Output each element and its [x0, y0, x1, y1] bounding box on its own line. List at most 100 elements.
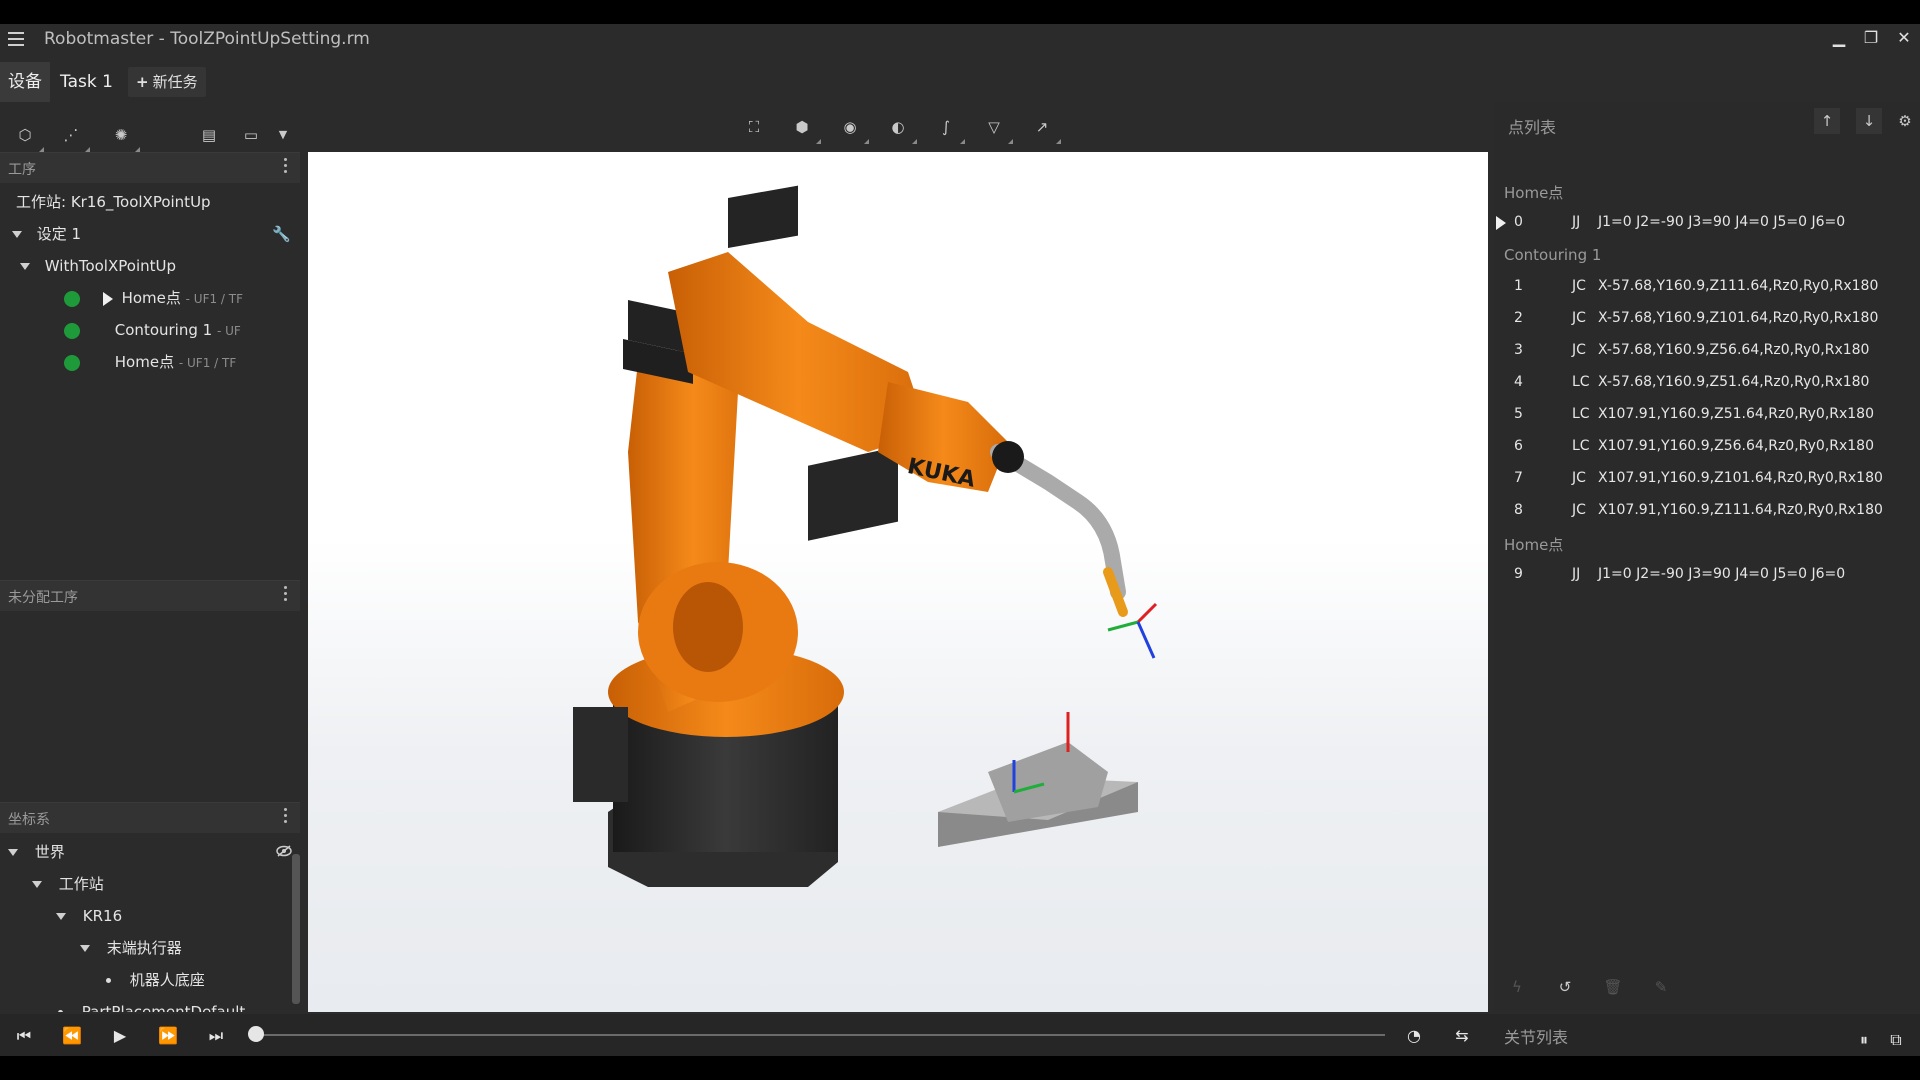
view-cube-icon[interactable]: ⬢ [789, 114, 821, 144]
point-row[interactable]: 7 JC X107.91,Y160.9,Z101.64,Rz0,Ry0,Rx180 [1494, 462, 1920, 494]
zoom-fit-icon[interactable]: ⛶ [741, 114, 767, 140]
setup-row[interactable]: 设定 1 🔧 [0, 218, 312, 250]
robot-shoulder-hub [673, 582, 743, 672]
document-icon[interactable]: ▤ [196, 122, 222, 148]
point-row[interactable]: 9 JJ J1=0 J2=-90 J3=90 J4=0 J5=0 J6=0 [1494, 558, 1920, 590]
point-motion-type: LC [1572, 438, 1590, 454]
menu-icon[interactable] [8, 32, 24, 46]
point-row[interactable]: 8 JC X107.91,Y160.9,Z111.64,Rz0,Ry0,Rx180 [1494, 494, 1920, 526]
point-index: 4 [1514, 374, 1523, 390]
chevron-down-icon[interactable]: ▼ [270, 122, 296, 148]
program-label: WithToolXPointUp [44, 257, 176, 275]
point-value: J1=0 J2=-90 J3=90 J4=0 J5=0 J6=0 [1598, 566, 1846, 582]
bullet-icon [106, 978, 111, 983]
arrow-down-icon[interactable]: ↓ [1856, 108, 1882, 134]
3d-viewport[interactable]: KUKA [308, 152, 1488, 1012]
timeline-handle[interactable] [248, 1026, 264, 1042]
unassigned-header-label: 未分配工序 [8, 590, 78, 606]
wrench-icon[interactable]: 🔧 [272, 218, 291, 250]
monitor-icon[interactable]: ▭ [238, 122, 264, 148]
speed-gauge-icon[interactable]: ◔ [1402, 1024, 1426, 1048]
frame-row[interactable]: KR16 [0, 900, 356, 932]
point-value: X107.91,Y160.9,Z101.64,Rz0,Ry0,Rx180 [1598, 470, 1883, 486]
more-vertical-icon[interactable] [284, 158, 288, 176]
point-row[interactable]: 4 LC X-57.68,Y160.9,Z51.64,Rz0,Ry0,Rx180 [1494, 366, 1920, 398]
workstation-label: 工作站: Kr16_ToolXPointUp [16, 193, 211, 211]
tab-device[interactable]: 设备 [0, 62, 50, 102]
expand-icon[interactable] [12, 231, 22, 238]
frames-scrollbar[interactable] [292, 854, 300, 1004]
point-row[interactable]: 3 JC X-57.68,Y160.9,Z56.64,Rz0,Ry0,Rx180 [1494, 334, 1920, 366]
expand-icon[interactable] [56, 913, 66, 920]
robot-motor-shoulder [808, 446, 898, 541]
skip-end-icon[interactable]: ⏭ [204, 1024, 228, 1048]
status-dot-icon [64, 290, 80, 307]
pencil-icon[interactable]: ✎ [1648, 974, 1674, 1000]
pause-icon[interactable]: ⏸ [1852, 1028, 1876, 1052]
frame-label: KR16 [82, 907, 123, 925]
undo-icon[interactable]: ↺ [1552, 974, 1578, 1000]
point-value: X-57.68,Y160.9,Z51.64,Rz0,Ry0,Rx180 [1598, 374, 1870, 390]
minimize-icon[interactable]: ▁ [1828, 28, 1850, 47]
playback-bar: ⏮ ⏪ ▶ ⏩ ⏭ ◔ ⇆ 关节列表 ⏸ ⧉ [0, 1014, 1920, 1056]
new-task-button[interactable]: + 新任务 [128, 67, 206, 97]
point-row[interactable]: 1 JC X-57.68,Y160.9,Z111.64,Rz0,Ry0,Rx180 [1494, 270, 1920, 302]
expand-icon[interactable] [32, 881, 42, 888]
joint-list-tab[interactable]: 关节列表 [1504, 1024, 1568, 1048]
play-icon[interactable] [102, 291, 113, 306]
timeline-track[interactable] [250, 1034, 1385, 1036]
group-label: Home点 [1504, 536, 1564, 554]
operation-meta: - UF1 / TF [178, 356, 237, 370]
point-list-panel: 点列表 ↑ ↓ ⚙ Home点 0 JJ J1=0 J2=-90 J3=90 J… [1494, 102, 1920, 1012]
play-icon[interactable] [1496, 216, 1506, 230]
frames-header: 坐标系 [0, 802, 300, 833]
more-vertical-icon[interactable] [284, 808, 288, 826]
more-vertical-icon[interactable] [284, 586, 288, 604]
skip-start-icon[interactable]: ⏮ [12, 1024, 36, 1048]
point-index: 5 [1514, 406, 1523, 422]
point-motion-type: JJ [1572, 214, 1581, 230]
program-row[interactable]: WithToolXPointUp [0, 250, 320, 282]
setup-label: 设定 1 [36, 225, 82, 243]
point-index: 8 [1514, 502, 1523, 518]
eye-off-icon[interactable] [276, 845, 292, 857]
tool-axis-red [1136, 602, 1158, 624]
trash-icon[interactable]: 🗑 [1600, 974, 1626, 1000]
robot-scene: KUKA [573, 185, 1158, 887]
operations-header: 工序 [0, 152, 300, 183]
point-row[interactable]: 2 JC X-57.68,Y160.9,Z101.64,Rz0,Ry0,Rx180 [1494, 302, 1920, 334]
frame-row[interactable]: PartPlacementDefault [0, 996, 358, 1012]
workstation-row[interactable]: 工作站: Kr16_ToolXPointUp [0, 186, 316, 218]
expand-icon[interactable] [20, 263, 30, 270]
point-row[interactable]: 6 LC X107.91,Y160.9,Z56.64,Rz0,Ry0,Rx180 [1494, 430, 1920, 462]
path-icon[interactable]: ⋰ [58, 122, 90, 152]
torch-flange [992, 441, 1024, 473]
expand-icon[interactable] [8, 849, 18, 856]
cube-outline-icon[interactable]: ⬡ [12, 122, 44, 152]
tab-task-1[interactable]: Task 1 [52, 62, 121, 102]
close-icon[interactable]: ✕ [1893, 28, 1915, 47]
frame-row[interactable]: 工作站 [0, 868, 332, 900]
tab-bar: 设备 Task 1 + 新任务 [0, 62, 1920, 102]
play-button-icon[interactable]: ▶ [108, 1024, 132, 1048]
flash-icon[interactable]: ϟ [1504, 974, 1530, 1000]
point-motion-type: JC [1572, 502, 1586, 518]
point-row[interactable]: 0 JJ J1=0 J2=-90 J3=90 J4=0 J5=0 J6=0 [1494, 206, 1920, 238]
filter-icon[interactable]: ▽ [981, 114, 1013, 144]
curve-icon[interactable]: ∫ [933, 114, 965, 144]
loop-icon[interactable]: ⇆ [1450, 1024, 1474, 1048]
gear-icon[interactable]: ⚙ [1892, 108, 1918, 134]
arrow-up-icon[interactable]: ↑ [1814, 108, 1840, 134]
expand-icon[interactable] [80, 945, 90, 952]
point-value: X-57.68,Y160.9,Z111.64,Rz0,Ry0,Rx180 [1598, 278, 1879, 294]
frame-row[interactable]: 世界 [0, 836, 308, 868]
point-row[interactable]: 5 LC X107.91,Y160.9,Z51.64,Rz0,Ry0,Rx180 [1494, 398, 1920, 430]
shading-icon[interactable]: ◐ [885, 114, 917, 144]
restore-icon[interactable]: ❐ [1860, 28, 1882, 47]
rewind-icon[interactable]: ⏪ [60, 1024, 84, 1048]
graph-icon[interactable]: ↗ [1029, 114, 1061, 144]
eye-icon[interactable]: ◉ [837, 114, 869, 144]
gear-part-icon[interactable]: ✺ [108, 122, 140, 152]
fast-forward-icon[interactable]: ⏩ [156, 1024, 180, 1048]
window-dock-icon[interactable]: ⧉ [1884, 1028, 1908, 1052]
